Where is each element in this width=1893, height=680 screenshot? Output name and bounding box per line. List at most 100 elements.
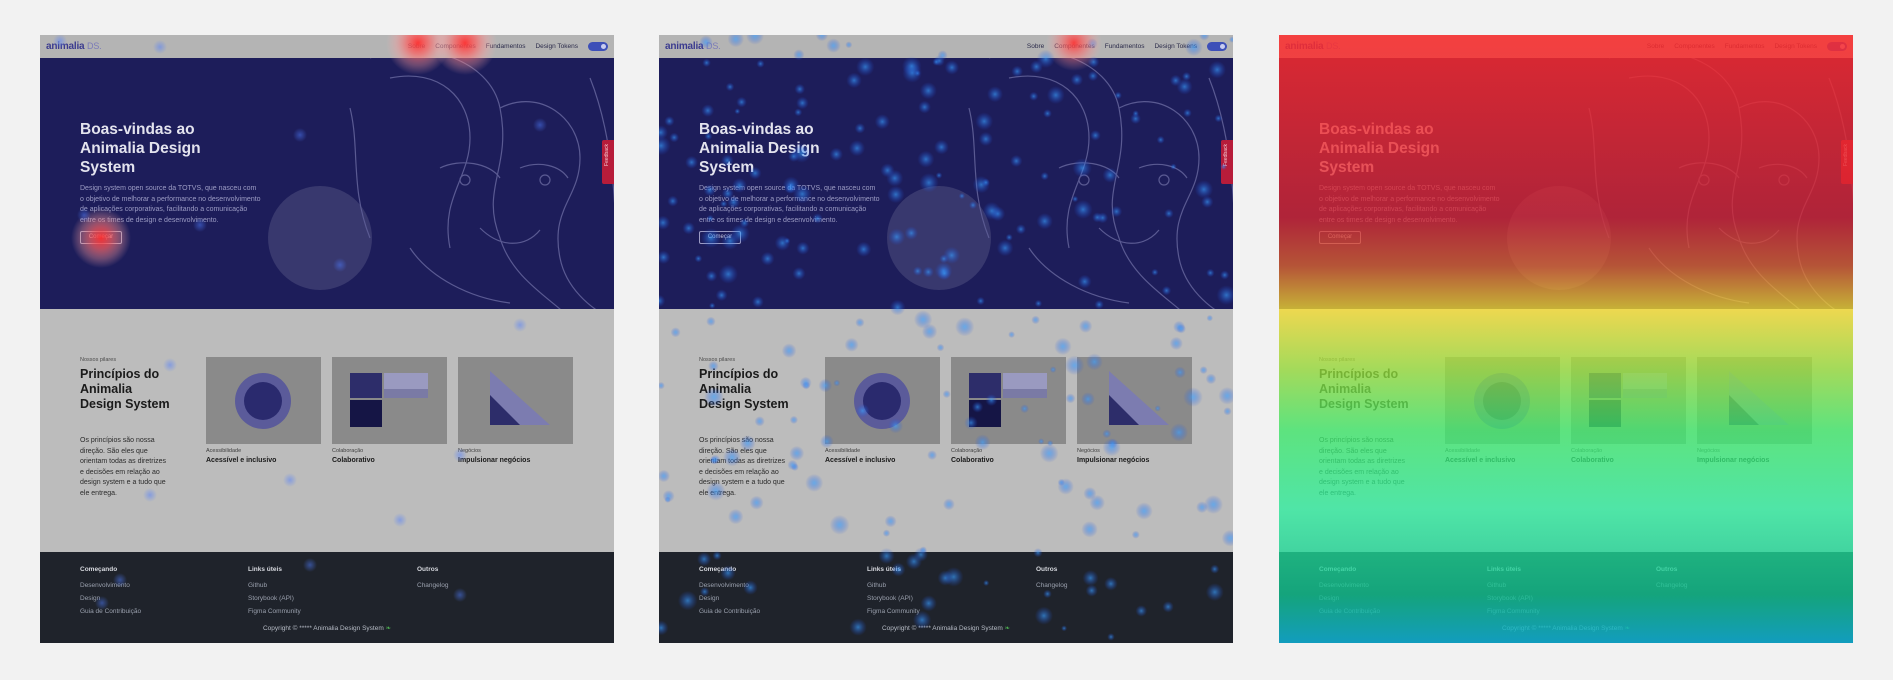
accessibility-illustration [825,357,940,444]
start-button[interactable]: Começar [80,231,122,244]
footer-link[interactable]: Storybook (API) [1487,595,1540,602]
logo[interactable]: animalia DS. [1285,41,1341,52]
heatmap-panel-movement: animalia DS. Sobre Componentes Fundament… [659,35,1233,643]
copyright: Copyright © ***** Animalia Design System… [262,625,392,632]
hero-title: Boas-vindas ao Animalia Design System [1319,121,1440,176]
business-illustration [1697,357,1812,444]
top-navbar: animalia DS. Sobre Componentes Fundament… [40,35,614,58]
footer-link[interactable]: Changelog [1036,582,1067,589]
principles-title: Princípios do Animalia Design System [699,367,789,411]
nav-link-sobre[interactable]: Sobre [1027,43,1044,50]
principle-card-collaborative[interactable]: Colaboração Colaborativo [332,357,447,464]
nav-link-componentes[interactable]: Componentes [1054,43,1094,50]
principle-card-business[interactable]: Negócios Impulsionar negócios [458,357,573,464]
footer-link[interactable]: Github [1487,582,1540,589]
footer-link[interactable]: Changelog [1656,582,1687,589]
nav-link-design-tokens[interactable]: Design Tokens [1154,43,1197,50]
footer-link[interactable]: Desenvolvimento [1319,582,1380,589]
animal-illustration [887,58,1233,309]
copyright: Copyright © ***** Animalia Design System… [881,625,1011,632]
hero-section: Boas-vindas ao Animalia Design System De… [40,58,614,309]
footer-column-comecando: Começando Desenvolvimento Design Guia de… [699,566,761,615]
nav-link-design-tokens[interactable]: Design Tokens [1774,43,1817,50]
principles-eyebrow: Nossos pilares [699,357,736,363]
copyright: Copyright © ***** Animalia Design System… [1501,625,1631,632]
heatmap-panel-scroll: animalia DS. Sobre Componentes Fundament… [1279,35,1853,643]
accessibility-illustration [206,357,321,444]
accessibility-illustration [1445,357,1560,444]
principle-card-accessible[interactable]: Acessibilidade Acessível e inclusivo [825,357,940,464]
principle-card-business[interactable]: Negócios Impulsionar negócios [1697,357,1812,464]
footer-link[interactable]: Figma Community [1487,608,1540,615]
footer-link[interactable]: Github [867,582,920,589]
collaboration-illustration [332,357,447,444]
footer-link[interactable]: Github [248,582,301,589]
feedback-tab[interactable]: Feedback [1221,140,1233,184]
footer-link[interactable]: Design [699,595,760,602]
logo[interactable]: animalia DS. [665,41,721,52]
nav-link-componentes[interactable]: Componentes [435,43,475,50]
footer-link[interactable]: Storybook (API) [867,595,920,602]
principles-text: Os princípios são nossa direção. São ele… [80,437,166,497]
footer-column-comecando: Começando Desenvolvimento Design Guia de… [1319,566,1381,615]
start-button[interactable]: Começar [1319,231,1361,244]
leaf-icon: ❧ [1624,625,1631,632]
nav-link-sobre[interactable]: Sobre [1647,43,1664,50]
footer-link[interactable]: Guia de Contribuição [699,608,760,615]
footer-column-links: Links úteis Github Storybook (API) Figma… [1487,566,1540,615]
principles-section: Nossos pilares Princípios do Animalia De… [1279,309,1853,552]
principles-text: Os princípios são nossa direção. São ele… [1319,437,1405,497]
collaboration-illustration [1571,357,1686,444]
footer-link[interactable]: Desenvolvimento [80,582,141,589]
hero-description: Design system open source da TOTVS, que … [1319,185,1500,224]
footer-link[interactable]: Design [80,595,141,602]
logo[interactable]: animalia DS. [46,41,102,52]
nav-link-fundamentos[interactable]: Fundamentos [1725,43,1765,50]
theme-toggle[interactable] [588,42,608,51]
site-footer: Começando Desenvolvimento Design Guia de… [40,552,614,643]
nav-link-componentes[interactable]: Componentes [1674,43,1714,50]
nav-link-fundamentos[interactable]: Fundamentos [1105,43,1145,50]
footer-link[interactable]: Guia de Contribuição [80,608,141,615]
nav-link-fundamentos[interactable]: Fundamentos [486,43,526,50]
principle-card-accessible[interactable]: Acessibilidade Acessível e inclusivo [206,357,321,464]
principles-eyebrow: Nossos pilares [80,357,117,363]
principles-title: Princípios do Animalia Design System [1319,367,1409,411]
principle-card-collaborative[interactable]: Colaboração Colaborativo [1571,357,1686,464]
footer-link[interactable]: Figma Community [248,608,301,615]
hero-description: Design system open source da TOTVS, que … [80,185,261,224]
footer-link[interactable]: Changelog [417,582,448,589]
footer-column-links: Links úteis Github Storybook (API) Figma… [867,566,920,615]
hero-title: Boas-vindas ao Animalia Design System [80,121,201,176]
hero-title: Boas-vindas ao Animalia Design System [699,121,820,176]
footer-column-links: Links úteis Github Storybook (API) Figma… [248,566,301,615]
footer-link[interactable]: Guia de Contribuição [1319,608,1380,615]
principle-card-collaborative[interactable]: Colaboração Colaborativo [951,357,1066,464]
principle-card-business[interactable]: Negócios Impulsionar negócios [1077,357,1192,464]
feedback-tab[interactable]: Feedback [1841,140,1853,184]
theme-toggle[interactable] [1827,42,1847,51]
footer-link[interactable]: Storybook (API) [248,595,301,602]
principles-section: Nossos pilares Princípios do Animalia De… [40,309,614,552]
footer-link[interactable]: Design [1319,595,1380,602]
footer-link[interactable]: Figma Community [867,608,920,615]
business-illustration [1077,357,1192,444]
top-navbar: animalia DS. Sobre Componentes Fundament… [1279,35,1853,58]
principles-title: Princípios do Animalia Design System [80,367,170,411]
hero-section: Boas-vindas ao Animalia Design System De… [659,58,1233,309]
collaboration-illustration [951,357,1066,444]
hero-description: Design system open source da TOTVS, que … [699,185,880,224]
principle-card-accessible[interactable]: Acessibilidade Acessível e inclusivo [1445,357,1560,464]
footer-column-outros: Outros Changelog [417,566,449,589]
top-navbar: animalia DS. Sobre Componentes Fundament… [659,35,1233,58]
footer-link[interactable]: Desenvolvimento [699,582,760,589]
start-button[interactable]: Começar [699,231,741,244]
feedback-tab[interactable]: Feedback [602,140,614,184]
nav-link-design-tokens[interactable]: Design Tokens [535,43,578,50]
nav-link-sobre[interactable]: Sobre [408,43,425,50]
theme-toggle[interactable] [1207,42,1227,51]
animal-illustration [1507,58,1853,309]
site-footer: Começando Desenvolvimento Design Guia de… [1279,552,1853,643]
business-illustration [458,357,573,444]
footer-column-outros: Outros Changelog [1036,566,1068,589]
